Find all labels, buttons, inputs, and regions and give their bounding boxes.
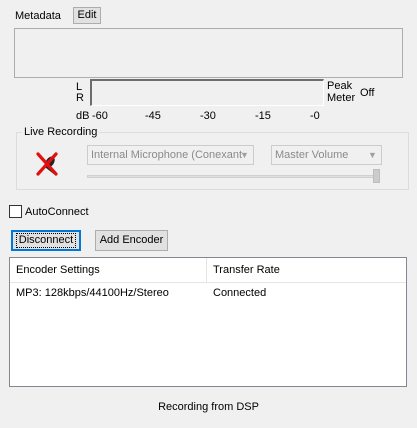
add-encoder-button[interactable]: Add Encoder [95,230,168,251]
peak-meter-label: Peak Meter [327,80,355,104]
meter-right-channel-label: R [76,92,84,104]
live-recording-title: Live Recording [22,126,100,138]
peak-meter-display [90,79,324,106]
meter-scale-tick: -15 [255,110,271,122]
status-text: Recording from DSP [158,401,259,413]
metadata-label: Metadata [15,10,61,22]
peak-meter-label-line1: Peak [327,80,353,92]
db-label: dB [76,110,90,122]
add-encoder-label: Add Encoder [99,234,164,246]
autoconnect-checkbox[interactable] [9,205,22,218]
chevron-down-icon: ▼ [240,150,249,160]
column-header-encoder-settings[interactable]: Encoder Settings [10,258,207,282]
edit-metadata-button[interactable]: Edit [73,7,101,24]
peak-meter-toggle[interactable]: Off [360,87,374,99]
input-device-select[interactable]: Internal Microphone (Conexant ▼ [87,145,254,165]
peak-meter-label-line2: Meter [327,92,356,104]
edit-metadata-label: Edit [77,9,97,21]
metadata-display [14,28,403,78]
meter-scale-tick: -45 [145,110,161,122]
volume-slider-thumb[interactable] [373,169,380,183]
chevron-down-icon: ▼ [368,150,377,160]
input-device-value: Internal Microphone (Conexant [91,149,243,161]
meter-scale-tick: -60 [92,110,108,122]
meter-scale-tick: -30 [200,110,216,122]
disconnect-button[interactable]: Disconnect [11,230,81,251]
mixer-value: Master Volume [275,149,349,161]
encoder-settings-cell: MP3: 128kbps/44100Hz/Stereo [16,287,169,299]
column-header-transfer-rate[interactable]: Transfer Rate [207,258,406,282]
microphone-disabled-icon[interactable] [34,150,62,178]
disconnect-label: Disconnect [15,233,77,248]
transfer-rate-cell: Connected [213,287,267,299]
mixer-select[interactable]: Master Volume ▼ [271,145,382,165]
meter-scale-tick: -0 [310,110,320,122]
meter-lr-label: L R [76,82,84,104]
volume-slider-track[interactable] [87,175,379,178]
autoconnect-label[interactable]: AutoConnect [25,206,89,218]
encoder-list[interactable]: Encoder Settings Transfer Rate MP3: 128k… [9,257,407,387]
